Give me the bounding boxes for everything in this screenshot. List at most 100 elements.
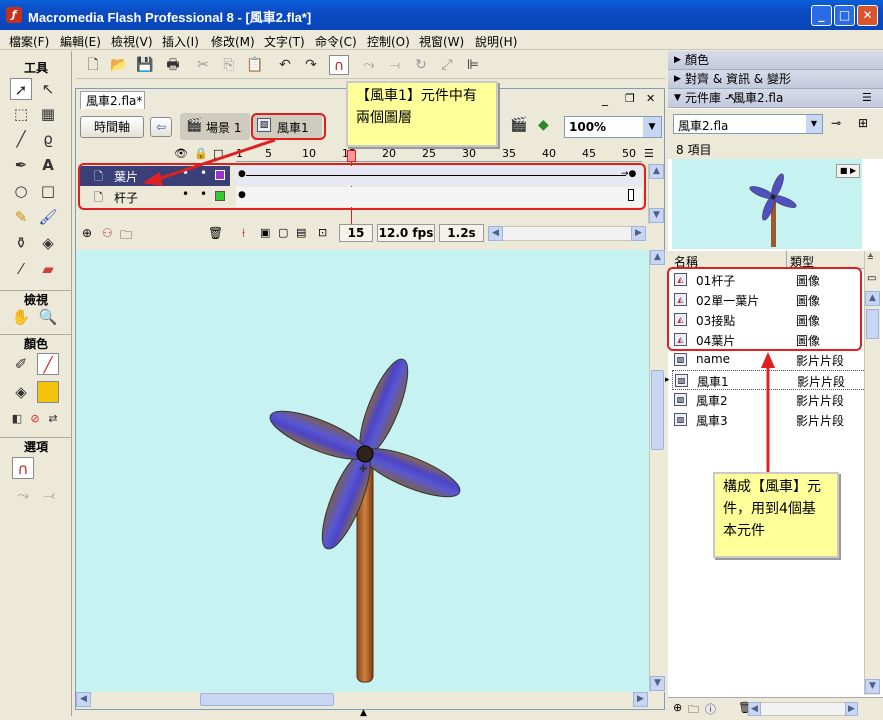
menu-view[interactable]: 檢視(V) xyxy=(111,33,153,50)
rotate-icon[interactable]: ↻ xyxy=(411,55,431,75)
timeline-toggle-button[interactable]: 時間軸 xyxy=(80,116,144,138)
print-icon[interactable]: 🖶 xyxy=(163,55,183,75)
zoom-select[interactable]: 100% ▼ xyxy=(564,116,662,138)
outline-icon[interactable]: □ xyxy=(213,147,223,160)
menu-edit[interactable]: 編輯(E) xyxy=(60,33,101,50)
redo-icon[interactable]: ↷ xyxy=(301,55,321,75)
free-transform-tool-icon[interactable]: ⬚ xyxy=(10,103,32,125)
pencil-tool-icon[interactable]: ✎ xyxy=(10,206,32,228)
eye-icon[interactable]: 👁 xyxy=(174,147,188,160)
wide-view-icon[interactable]: ▭ xyxy=(867,273,876,284)
cut-icon[interactable]: ✂ xyxy=(193,55,213,75)
panel-collapse-arrow-icon[interactable]: ▸ xyxy=(665,375,670,385)
menu-control[interactable]: 控制(O) xyxy=(367,33,410,50)
menu-commands[interactable]: 命令(C) xyxy=(315,33,357,50)
ink-bottle-tool-icon[interactable]: ⚱ xyxy=(10,232,32,254)
scroll-right-icon[interactable]: ▶ xyxy=(631,226,646,241)
add-layer-icon[interactable]: ⊕ xyxy=(82,226,92,240)
minimize-button[interactable]: _ xyxy=(811,5,832,26)
snap-magnet-icon[interactable]: ∩ xyxy=(329,55,349,75)
modify-markers-icon[interactable]: ⊡ xyxy=(318,226,327,239)
chevron-down-icon[interactable]: ▼ xyxy=(643,117,661,137)
snap-magnet-icon[interactable]: ∩ xyxy=(12,457,34,479)
new-folder-icon[interactable]: 🗀 xyxy=(688,701,699,720)
add-guide-layer-icon[interactable]: ⚇ xyxy=(102,226,113,240)
scale-icon[interactable]: ⤢ xyxy=(437,55,457,75)
chevron-down-icon[interactable]: ▼ xyxy=(806,115,822,133)
new-icon[interactable]: 🗋 xyxy=(83,55,103,75)
scroll-left-icon[interactable]: ◀ xyxy=(76,692,91,707)
edit-multiple-icon[interactable]: ▤ xyxy=(296,226,306,239)
edit-scene-icon[interactable]: 🎬 xyxy=(510,117,527,133)
fill-color-swatch[interactable] xyxy=(37,381,59,403)
zoom-tool-icon[interactable]: 🔍 xyxy=(37,306,59,328)
onion-outline-icon[interactable]: ▢ xyxy=(278,226,288,239)
collapse-arrow-icon[interactable]: ▲ xyxy=(360,708,367,718)
eraser-tool-icon[interactable]: ▰ xyxy=(37,258,59,280)
brush-tool-icon[interactable]: 🖌 xyxy=(37,206,59,228)
add-folder-icon[interactable]: 🗀 xyxy=(120,226,132,247)
menu-help[interactable]: 說明(H) xyxy=(475,33,517,50)
lasso-tool-icon[interactable]: ϱ xyxy=(37,128,59,150)
document-tab[interactable]: 風車2.fla* xyxy=(80,91,145,109)
library-item[interactable]: ▧ 風車2 影片片段 xyxy=(672,390,872,410)
stroke-color-swatch[interactable]: ╱ xyxy=(37,353,59,375)
scroll-right-icon[interactable]: ▶ xyxy=(845,702,858,716)
library-item[interactable]: ▧ 風車3 影片片段 xyxy=(672,410,872,430)
doc-minimize-icon[interactable]: _ xyxy=(602,92,608,106)
paste-icon[interactable]: 📋 xyxy=(245,55,265,75)
onion-skin-icon[interactable]: ▣ xyxy=(260,226,270,239)
delete-layer-icon[interactable]: 🗑 xyxy=(208,226,223,240)
menu-file[interactable]: 檔案(F) xyxy=(9,33,49,50)
paint-bucket-tool-icon[interactable]: ◈ xyxy=(37,232,59,254)
playhead[interactable] xyxy=(347,150,356,162)
vscroll-thumb[interactable] xyxy=(651,370,664,450)
rectangle-tool-icon[interactable]: □ xyxy=(37,180,59,202)
align-icon[interactable]: ⊫ xyxy=(463,55,483,75)
smooth-icon[interactable]: ⤳ xyxy=(359,55,379,75)
edit-symbols-icon[interactable]: ◆ xyxy=(538,117,549,133)
library-vscroll[interactable]: ≜ ▭ ▲ ▼ xyxy=(864,251,880,695)
pin-library-icon[interactable]: ⊸ xyxy=(831,116,841,130)
timeline-menu-icon[interactable]: ☰ xyxy=(644,147,654,160)
smooth-icon[interactable]: ⤳ xyxy=(12,484,34,506)
straighten-icon[interactable]: ⤙ xyxy=(385,55,405,75)
scroll-up-icon[interactable]: ▲ xyxy=(650,250,665,265)
open-icon[interactable]: 📂 xyxy=(109,55,129,75)
new-symbol-icon[interactable]: ⊕ xyxy=(673,701,682,714)
scroll-left-icon[interactable]: ◀ xyxy=(748,702,761,716)
lock-icon[interactable]: 🔒 xyxy=(194,147,208,160)
library-item[interactable]: ▧ 風車1 影片片段 xyxy=(672,370,872,390)
sort-order-icon[interactable]: ≜ xyxy=(867,253,874,262)
eyedropper-tool-icon[interactable]: ⁄ xyxy=(10,258,32,280)
properties-icon[interactable]: ⓘ xyxy=(705,701,716,717)
hand-tool-icon[interactable]: ✋ xyxy=(10,306,32,328)
menu-window[interactable]: 視窗(W) xyxy=(419,33,464,50)
back-arrow-icon[interactable]: ⇦ xyxy=(150,117,172,137)
stroke-color-icon[interactable]: ✐ xyxy=(10,353,32,375)
doc-close-icon[interactable]: ✕ xyxy=(646,92,655,105)
stage-vscroll[interactable]: ▲ ▼ xyxy=(649,250,665,692)
swap-colors-icon[interactable]: ⇄ xyxy=(42,408,64,430)
pen-tool-icon[interactable]: ✒ xyxy=(10,154,32,176)
new-library-panel-icon[interactable]: ⊞ xyxy=(858,116,868,130)
scroll-left-icon[interactable]: ◀ xyxy=(488,226,503,241)
selection-tool-icon[interactable]: ➚ xyxy=(10,78,32,100)
preview-play-controls[interactable]: ■ ▶ xyxy=(836,164,860,178)
center-frame-icon[interactable]: ⍿ xyxy=(242,226,245,241)
scroll-up-icon[interactable]: ▲ xyxy=(865,291,880,306)
library-file-select[interactable]: 風車2.fla ▼ xyxy=(673,114,823,134)
undo-icon[interactable]: ↶ xyxy=(275,55,295,75)
oval-tool-icon[interactable]: ○ xyxy=(10,180,32,202)
scroll-down-icon[interactable]: ▼ xyxy=(650,676,665,691)
stage-canvas[interactable]: ✚ xyxy=(76,250,649,692)
scroll-right-icon[interactable]: ▶ xyxy=(633,692,648,707)
line-tool-icon[interactable]: ╱ xyxy=(10,128,32,150)
align-panel-header[interactable]: ▶ 對齊 & 資訊 & 變形 xyxy=(668,70,883,89)
frame-ruler[interactable]: 1 5 10 15 20 25 30 35 40 45 50 xyxy=(236,146,642,162)
fill-color-icon[interactable]: ◈ xyxy=(10,381,32,403)
breadcrumb-scene[interactable]: 場景 1 xyxy=(206,119,241,136)
hscroll-thumb[interactable] xyxy=(200,693,334,706)
straighten-icon[interactable]: ⤙ xyxy=(38,484,60,506)
scroll-down-icon[interactable]: ▼ xyxy=(865,679,880,694)
